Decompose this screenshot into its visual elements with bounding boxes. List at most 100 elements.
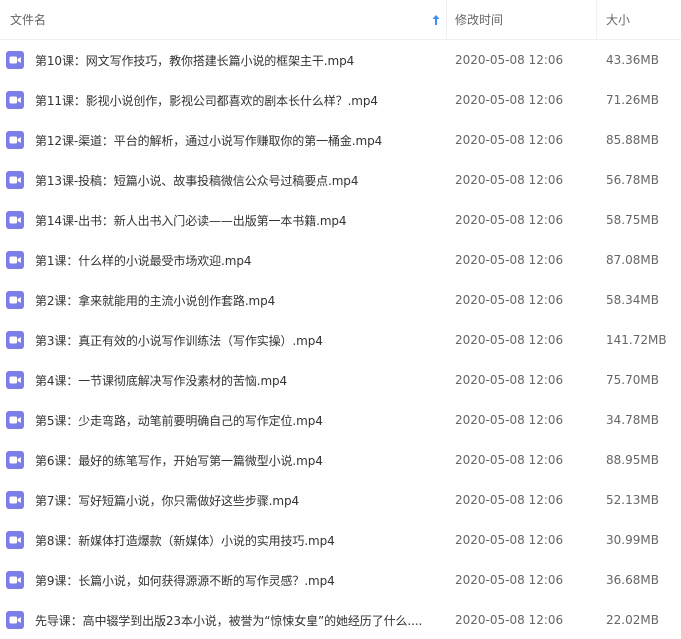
file-row[interactable]: 第14课-出书：新人出书入门必读——出版第一本书籍.mp4 2020-05-08… — [0, 200, 681, 240]
file-row[interactable]: 第8课：新媒体打造爆款（新媒体）小说的实用技巧.mp4 2020-05-08 1… — [0, 520, 681, 560]
file-name-cell[interactable]: 第3课：真正有效的小说写作训练法（写作实操）.mp4 — [0, 331, 447, 349]
file-time: 2020-05-08 12:06 — [455, 133, 564, 147]
file-row[interactable]: 第3课：真正有效的小说写作训练法（写作实操）.mp4 2020-05-08 12… — [0, 320, 681, 360]
file-time: 2020-05-08 12:06 — [455, 533, 564, 547]
video-file-icon — [6, 451, 24, 469]
video-file-icon — [6, 51, 24, 69]
video-file-icon — [6, 491, 24, 509]
file-name[interactable]: 第13课-投稿：短篇小说、故事投稿微信公众号过稿要点.mp4 — [35, 172, 358, 189]
file-row[interactable]: 第6课：最好的练笔写作，开始写第一篇微型小说.mp4 2020-05-08 12… — [0, 440, 681, 480]
column-header-size[interactable]: 大小 — [597, 0, 681, 40]
column-header-name[interactable]: 文件名 — [0, 0, 447, 40]
file-name[interactable]: 第2课：拿来就能用的主流小说创作套路.mp4 — [35, 292, 275, 309]
file-row[interactable]: 先导课：高中辍学到出版23本小说，被誉为“惊悚女皇”的她经历了什么.... 20… — [0, 600, 681, 639]
file-name-cell[interactable]: 第6课：最好的练笔写作，开始写第一篇微型小说.mp4 — [0, 451, 447, 469]
file-name[interactable]: 第7课：写好短篇小说，你只需做好这些步骤.mp4 — [35, 492, 299, 509]
file-time: 2020-05-08 12:06 — [455, 333, 564, 347]
file-name[interactable]: 第9课：长篇小说，如何获得源源不断的写作灵感？.mp4 — [35, 572, 335, 589]
file-name-cell[interactable]: 第10课：网文写作技巧，教你搭建长篇小说的框架主干.mp4 — [0, 51, 447, 69]
video-file-icon — [6, 131, 24, 149]
column-header-size-label: 大小 — [606, 13, 631, 27]
file-time: 2020-05-08 12:06 — [455, 53, 564, 67]
file-size: 36.68MB — [606, 573, 659, 587]
file-time: 2020-05-08 12:06 — [455, 373, 564, 387]
file-row[interactable]: 第12课-渠道：平台的解析，通过小说写作赚取你的第一桶金.mp4 2020-05… — [0, 120, 681, 160]
file-row[interactable]: 第10课：网文写作技巧，教你搭建长篇小说的框架主干.mp4 2020-05-08… — [0, 40, 681, 80]
file-time: 2020-05-08 12:06 — [455, 573, 564, 587]
file-time: 2020-05-08 12:06 — [455, 93, 564, 107]
file-time: 2020-05-08 12:06 — [455, 293, 564, 307]
file-time: 2020-05-08 12:06 — [455, 453, 564, 467]
file-name-cell[interactable]: 第4课：一节课彻底解决写作没素材的苦恼.mp4 — [0, 371, 447, 389]
file-name[interactable]: 先导课：高中辍学到出版23本小说，被誉为“惊悚女皇”的她经历了什么.... — [35, 612, 422, 629]
file-size: 34.78MB — [606, 413, 659, 427]
file-size: 58.75MB — [606, 213, 659, 227]
file-name[interactable]: 第1课：什么样的小说最受市场欢迎.mp4 — [35, 252, 251, 269]
video-file-icon — [6, 91, 24, 109]
file-name-cell[interactable]: 先导课：高中辍学到出版23本小说，被誉为“惊悚女皇”的她经历了什么.... — [0, 611, 447, 629]
video-file-icon — [6, 331, 24, 349]
file-name-cell[interactable]: 第13课-投稿：短篇小说、故事投稿微信公众号过稿要点.mp4 — [0, 171, 447, 189]
file-name-cell[interactable]: 第2课：拿来就能用的主流小说创作套路.mp4 — [0, 291, 447, 309]
file-name[interactable]: 第10课：网文写作技巧，教你搭建长篇小说的框架主干.mp4 — [35, 52, 354, 69]
video-file-icon — [6, 211, 24, 229]
video-file-icon — [6, 531, 24, 549]
file-size: 58.34MB — [606, 293, 659, 307]
file-row[interactable]: 第13课-投稿：短篇小说、故事投稿微信公众号过稿要点.mp4 2020-05-0… — [0, 160, 681, 200]
file-size: 85.88MB — [606, 133, 659, 147]
file-size: 30.99MB — [606, 533, 659, 547]
column-header-time[interactable]: 修改时间 — [447, 0, 597, 40]
file-size: 141.72MB — [606, 333, 667, 347]
video-file-icon — [6, 411, 24, 429]
video-file-icon — [6, 611, 24, 629]
file-name-cell[interactable]: 第12课-渠道：平台的解析，通过小说写作赚取你的第一桶金.mp4 — [0, 131, 447, 149]
file-size: 43.36MB — [606, 53, 659, 67]
file-name[interactable]: 第5课：少走弯路，动笔前要明确自己的写作定位.mp4 — [35, 412, 323, 429]
file-time: 2020-05-08 12:06 — [455, 253, 564, 267]
file-time: 2020-05-08 12:06 — [455, 613, 564, 627]
file-name-cell[interactable]: 第9课：长篇小说，如何获得源源不断的写作灵感？.mp4 — [0, 571, 447, 589]
file-name-cell[interactable]: 第1课：什么样的小说最受市场欢迎.mp4 — [0, 251, 447, 269]
file-row[interactable]: 第2课：拿来就能用的主流小说创作套路.mp4 2020-05-08 12:06 … — [0, 280, 681, 320]
video-file-icon — [6, 371, 24, 389]
file-list: 文件名 修改时间 大小 第10课：网文写作技巧，教你搭建长篇小说的框架主干.mp… — [0, 0, 681, 639]
file-time: 2020-05-08 12:06 — [455, 173, 564, 187]
video-file-icon — [6, 171, 24, 189]
file-size: 22.02MB — [606, 613, 659, 627]
file-row[interactable]: 第5课：少走弯路，动笔前要明确自己的写作定位.mp4 2020-05-08 12… — [0, 400, 681, 440]
video-file-icon — [6, 291, 24, 309]
sort-ascending-arrow-icon[interactable] — [432, 14, 440, 26]
file-row[interactable]: 第1课：什么样的小说最受市场欢迎.mp4 2020-05-08 12:06 87… — [0, 240, 681, 280]
file-size: 75.70MB — [606, 373, 659, 387]
file-row[interactable]: 第4课：一节课彻底解决写作没素材的苦恼.mp4 2020-05-08 12:06… — [0, 360, 681, 400]
file-size: 52.13MB — [606, 493, 659, 507]
file-name-cell[interactable]: 第14课-出书：新人出书入门必读——出版第一本书籍.mp4 — [0, 211, 447, 229]
file-time: 2020-05-08 12:06 — [455, 493, 564, 507]
video-file-icon — [6, 571, 24, 589]
file-time: 2020-05-08 12:06 — [455, 213, 564, 227]
file-row[interactable]: 第7课：写好短篇小说，你只需做好这些步骤.mp4 2020-05-08 12:0… — [0, 480, 681, 520]
file-size: 88.95MB — [606, 453, 659, 467]
file-name[interactable]: 第14课-出书：新人出书入门必读——出版第一本书籍.mp4 — [35, 212, 346, 229]
column-header-time-label: 修改时间 — [455, 13, 504, 27]
file-name[interactable]: 第11课：影视小说创作，影视公司都喜欢的剧本长什么样？.mp4 — [35, 92, 378, 109]
file-size: 71.26MB — [606, 93, 659, 107]
video-file-icon — [6, 251, 24, 269]
file-name-cell[interactable]: 第7课：写好短篇小说，你只需做好这些步骤.mp4 — [0, 491, 447, 509]
file-size: 87.08MB — [606, 253, 659, 267]
file-name[interactable]: 第3课：真正有效的小说写作训练法（写作实操）.mp4 — [35, 332, 323, 349]
file-row[interactable]: 第11课：影视小说创作，影视公司都喜欢的剧本长什么样？.mp4 2020-05-… — [0, 80, 681, 120]
file-rows: 第10课：网文写作技巧，教你搭建长篇小说的框架主干.mp4 2020-05-08… — [0, 40, 681, 639]
list-header: 文件名 修改时间 大小 — [0, 0, 681, 40]
file-time: 2020-05-08 12:06 — [455, 413, 564, 427]
column-header-name-label: 文件名 — [10, 13, 47, 27]
file-name-cell[interactable]: 第5课：少走弯路，动笔前要明确自己的写作定位.mp4 — [0, 411, 447, 429]
file-name-cell[interactable]: 第11课：影视小说创作，影视公司都喜欢的剧本长什么样？.mp4 — [0, 91, 447, 109]
file-size: 56.78MB — [606, 173, 659, 187]
file-name[interactable]: 第8课：新媒体打造爆款（新媒体）小说的实用技巧.mp4 — [35, 532, 335, 549]
file-name-cell[interactable]: 第8课：新媒体打造爆款（新媒体）小说的实用技巧.mp4 — [0, 531, 447, 549]
file-name[interactable]: 第12课-渠道：平台的解析，通过小说写作赚取你的第一桶金.mp4 — [35, 132, 382, 149]
file-name[interactable]: 第6课：最好的练笔写作，开始写第一篇微型小说.mp4 — [35, 452, 323, 469]
file-name[interactable]: 第4课：一节课彻底解决写作没素材的苦恼.mp4 — [35, 372, 287, 389]
file-row[interactable]: 第9课：长篇小说，如何获得源源不断的写作灵感？.mp4 2020-05-08 1… — [0, 560, 681, 600]
